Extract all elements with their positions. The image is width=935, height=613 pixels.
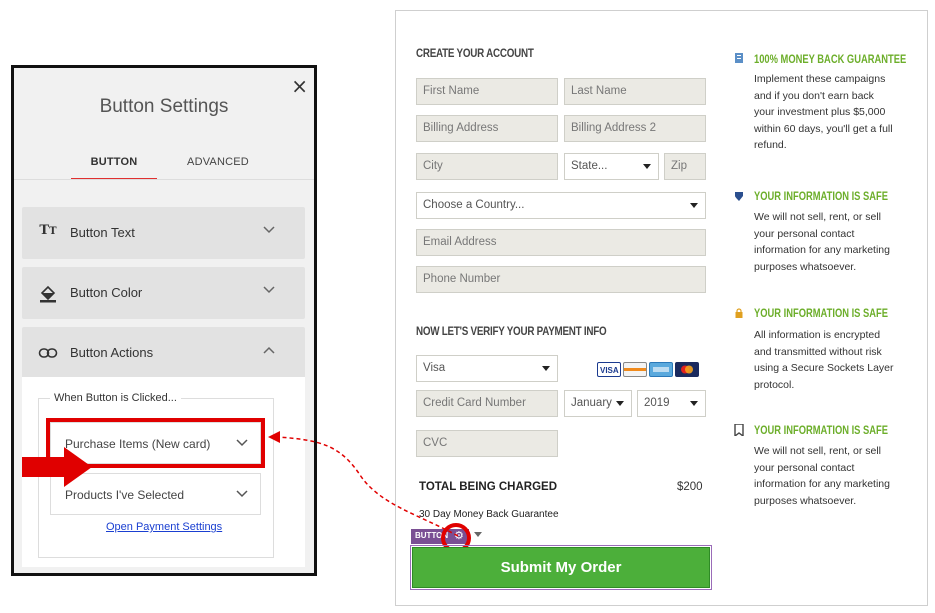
dropdown-arrow-icon <box>690 401 698 406</box>
dropdown-arrow-icon <box>643 164 651 169</box>
close-icon[interactable]: × <box>291 76 308 96</box>
svg-text:VISA: VISA <box>600 366 619 375</box>
chevron-down-icon <box>263 283 275 297</box>
exp-year-value: 2019 <box>644 397 670 409</box>
sidebar-text: Implement these campaigns and if you don… <box>754 73 893 151</box>
section-button-actions[interactable]: Button Actions <box>22 327 305 379</box>
card-number-field[interactable]: Credit Card Number <box>416 390 558 417</box>
order-form: CREATE YOUR ACCOUNT First Name Last Name… <box>395 10 928 606</box>
sidebar-text: We will not sell, rent, or sell your per… <box>754 211 890 273</box>
total-value: $200 <box>677 481 703 493</box>
open-payment-settings-link[interactable]: Open Payment Settings <box>106 521 222 533</box>
visa-logo: VISA <box>597 362 621 377</box>
products-select-value: Products I've Selected <box>65 488 185 502</box>
section-label: Button Color <box>70 285 143 300</box>
submit-order-button[interactable]: Submit My Order <box>410 545 712 590</box>
cvc-field[interactable]: CVC <box>416 430 558 457</box>
chevron-down-icon <box>236 487 248 501</box>
sidebar-text: We will not sell, rent, or sell your per… <box>754 445 890 507</box>
sidebar-heading: YOUR INFORMATION IS SAFE <box>754 306 888 320</box>
dropdown-arrow-icon <box>616 401 624 406</box>
mastercard-logo <box>675 362 699 377</box>
bookmark-icon <box>734 423 744 438</box>
section-label: Button Actions <box>70 345 154 360</box>
accepted-cards: VISA <box>597 362 701 380</box>
sidebar-heading: 100% MONEY BACK GUARANTEE <box>754 52 907 66</box>
dropdown-arrow-icon <box>690 203 698 208</box>
chevron-down-icon <box>236 436 248 450</box>
payment-heading: NOW LET'S VERIFY YOUR PAYMENT INFO <box>416 324 607 338</box>
state-select-value: State... <box>571 160 608 172</box>
state-select[interactable]: State... <box>564 153 659 180</box>
document-icon <box>734 53 744 63</box>
city-field[interactable]: City <box>416 153 558 180</box>
tabs-divider <box>14 179 314 180</box>
country-select[interactable]: Choose a Country... <box>416 192 706 219</box>
section-label: Button Text <box>70 225 135 240</box>
sidebar-text: All information is encrypted and transmi… <box>754 329 894 391</box>
amex-logo <box>649 362 673 377</box>
zip-field[interactable]: Zip <box>664 153 706 180</box>
section-button-color[interactable]: Button Color <box>22 267 305 319</box>
panel-title: Button Settings <box>99 96 229 117</box>
sidebar-heading: YOUR INFORMATION IS SAFE <box>754 189 888 203</box>
country-select-value: Choose a Country... <box>423 199 525 211</box>
email-field[interactable]: Email Address <box>416 229 706 256</box>
chevron-down-icon <box>263 223 275 237</box>
billing-address-2-field[interactable]: Billing Address 2 <box>564 115 706 142</box>
shield-icon <box>734 191 744 201</box>
tab-advanced[interactable]: ADVANCED <box>178 156 258 168</box>
lock-icon <box>734 308 744 318</box>
guarantee-note: 30 Day Money Back Guarantee <box>419 509 559 520</box>
total-label: TOTAL BEING CHARGED <box>419 481 558 493</box>
text-size-icon: TT <box>39 223 57 238</box>
paint-bucket-icon <box>38 283 58 303</box>
dropdown-arrow-icon <box>542 366 550 371</box>
chevron-up-icon <box>263 343 275 357</box>
exp-month-value: January <box>571 397 612 409</box>
phone-field[interactable]: Phone Number <box>416 266 706 293</box>
last-name-field[interactable]: Last Name <box>564 78 706 105</box>
click-action-legend: When Button is Clicked... <box>50 392 181 404</box>
card-type-value: Visa <box>423 362 446 374</box>
sidebar-heading: YOUR INFORMATION IS SAFE <box>754 423 888 437</box>
tab-button[interactable]: BUTTON <box>71 156 157 180</box>
first-name-field[interactable]: First Name <box>416 78 558 105</box>
section-button-text[interactable]: TT Button Text <box>22 207 305 259</box>
card-type-select[interactable]: Visa <box>416 355 558 382</box>
exp-year-select[interactable]: 2019 <box>637 390 706 417</box>
create-account-heading: CREATE YOUR ACCOUNT <box>416 46 534 60</box>
button-settings-panel: × Button Settings BUTTON ADVANCED TT But… <box>11 65 317 576</box>
exp-month-select[interactable]: January <box>564 390 632 417</box>
discover-logo <box>623 362 647 377</box>
arrow-right-icon <box>22 447 92 487</box>
link-icon <box>38 343 58 363</box>
dropdown-arrow-icon[interactable] <box>474 532 482 537</box>
billing-address-field[interactable]: Billing Address <box>416 115 558 142</box>
